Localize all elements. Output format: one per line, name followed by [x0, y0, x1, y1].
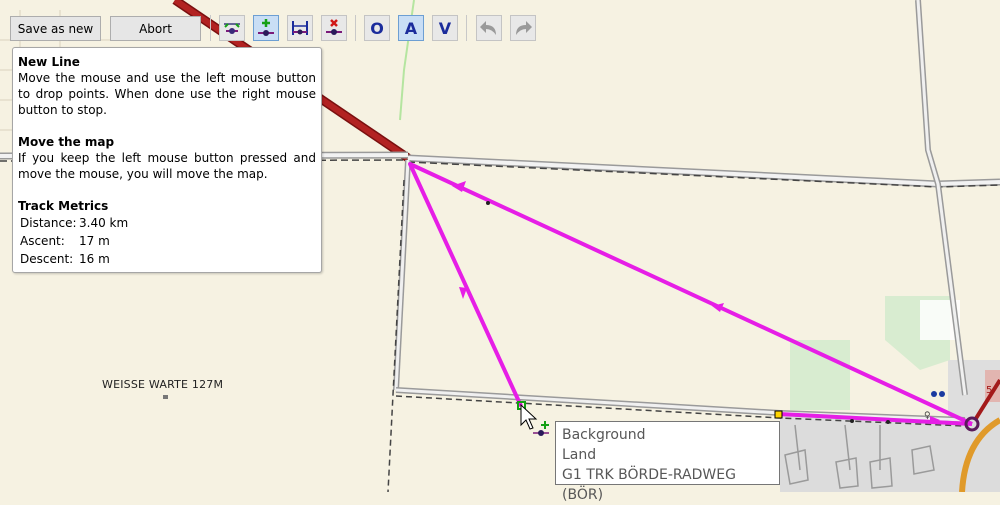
- select-range-icon[interactable]: [287, 15, 313, 41]
- track-metrics-title: Track Metrics: [18, 199, 109, 213]
- svg-text:5: 5: [986, 385, 992, 396]
- tooltip-line: Background: [562, 427, 646, 443]
- new-line-title: New Line: [18, 55, 80, 69]
- metric-value: 16 m: [79, 252, 110, 266]
- new-line-text: Move the mouse and use the left mouse bu…: [18, 71, 316, 117]
- tooltip-line: Land: [562, 447, 597, 463]
- metric-value: 17 m: [79, 234, 110, 248]
- redo-button[interactable]: [510, 15, 536, 41]
- save-as-new-button[interactable]: Save as new: [10, 16, 101, 41]
- metric-value: 3.40 km: [79, 216, 129, 230]
- metric-distance: Distance: 3.40 km: [18, 214, 316, 232]
- tooltip-line: G1 TRK BÖRDE-RADWEG (BÖR): [562, 467, 736, 503]
- redo-icon: [516, 21, 532, 35]
- undo-icon: [480, 21, 496, 35]
- metric-label: Descent:: [20, 252, 74, 266]
- undo-button[interactable]: [476, 15, 502, 41]
- delete-point-icon[interactable]: [321, 15, 347, 41]
- help-panel: New Line Move the mouse and use the left…: [12, 47, 322, 273]
- move-map-title: Move the map: [18, 135, 115, 149]
- map-tooltip: Background Land G1 TRK BÖRDE-RADWEG (BÖR…: [555, 421, 780, 503]
- routing-mode-o-button[interactable]: O: [364, 15, 390, 41]
- add-point-icon[interactable]: [253, 15, 279, 41]
- routing-mode-a-button[interactable]: A: [398, 15, 424, 41]
- abort-button[interactable]: Abort: [110, 16, 201, 41]
- routing-mode-v-button[interactable]: V: [432, 15, 458, 41]
- place-label: WEISSE WARTE 127M: [102, 378, 224, 391]
- move-map-text: If you keep the left mouse button presse…: [18, 151, 316, 181]
- metric-descent: Descent: 16 m: [18, 250, 316, 268]
- metric-label: Distance:: [20, 216, 77, 230]
- svg-text:♀: ♀: [924, 411, 931, 421]
- move-points-icon[interactable]: [219, 15, 245, 41]
- metric-ascent: Ascent: 17 m: [18, 232, 316, 250]
- metric-label: Ascent:: [20, 234, 65, 248]
